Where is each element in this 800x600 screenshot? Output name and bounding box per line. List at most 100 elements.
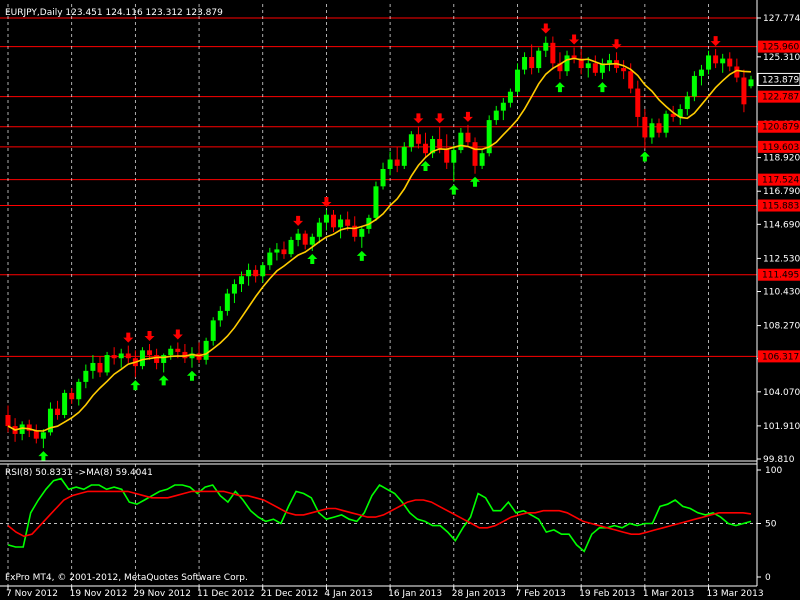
candle-body [139, 350, 145, 367]
candle-body [564, 55, 570, 72]
price-tick-label: 110.430 [763, 288, 800, 298]
candle-body [387, 159, 393, 169]
candle-body [359, 228, 365, 237]
candle-body [210, 320, 216, 341]
terminal-chart-window: 127.774125.310123.879121.050118.920116.7… [0, 0, 800, 600]
date-label: 13 Mar 2013 [707, 589, 764, 599]
candle-body [231, 284, 237, 294]
candle-body [408, 134, 414, 147]
candle-body [720, 58, 726, 64]
current-price-label: 123.879 [762, 75, 799, 85]
candle-body [621, 68, 627, 72]
candle-body [281, 249, 287, 255]
candle-body [338, 219, 344, 228]
candle-body [543, 42, 549, 51]
rsi-tick-label: 0 [765, 573, 771, 583]
candle-body [125, 353, 131, 359]
candle-body [40, 432, 46, 439]
chart-svg[interactable]: 127.774125.310123.879121.050118.920116.7… [0, 0, 800, 600]
candle-body [90, 362, 96, 371]
price-tick-label: 118.920 [763, 154, 800, 164]
candle-body [224, 293, 230, 311]
candle-body [465, 132, 471, 143]
level-tag-label: 111.495 [762, 271, 799, 281]
rsi-label: RSI(8) 50.8331 ->MA(8) 59.4041 [5, 468, 153, 478]
candle-body [727, 58, 733, 67]
level-tag-label: 117.524 [762, 176, 799, 186]
candle-body [394, 159, 400, 166]
level-tag-label: 115.883 [762, 202, 799, 212]
candle-body [274, 249, 280, 253]
candle-body [663, 113, 669, 133]
candle-body [741, 77, 747, 105]
candle-body [415, 134, 421, 144]
candle-body [302, 233, 308, 245]
price-tick-label: 101.910 [763, 422, 800, 432]
candle-body [706, 55, 712, 70]
candle-body [83, 370, 89, 382]
date-label: 19 Nov 2012 [70, 589, 128, 599]
chart-header: EURJPY,Daily 123.451 124.116 123.312 123… [5, 8, 223, 18]
date-label: 11 Dec 2012 [197, 589, 255, 599]
level-tag-label: 122.787 [762, 93, 799, 103]
candle-body [529, 57, 535, 69]
candle-body [472, 142, 478, 166]
candle-body [118, 353, 124, 359]
date-label: 28 Jan 2013 [452, 589, 506, 599]
candle-body [33, 430, 39, 439]
candle-body [606, 60, 612, 64]
candle-body [55, 408, 61, 416]
candle-body [649, 123, 655, 138]
candle-body [246, 269, 252, 277]
candle-body [203, 340, 209, 360]
candle-body [147, 350, 153, 356]
candle-body [175, 348, 181, 352]
candle-body [267, 252, 273, 266]
candle-body [507, 91, 513, 103]
candle-body [161, 355, 167, 363]
level-tag-label: 125.960 [762, 43, 799, 53]
candle-body [331, 214, 337, 228]
candle-body [401, 146, 407, 166]
level-tag-label: 120.879 [762, 123, 799, 133]
candle-body [168, 348, 174, 356]
candle-body [260, 265, 266, 277]
date-label: 29 Nov 2012 [133, 589, 191, 599]
copyright-text: FxPro MT4, © 2001-2012, MetaQuotes Softw… [5, 573, 248, 583]
candle-body [104, 355, 110, 373]
candle-body [323, 214, 329, 223]
candle-body [500, 102, 506, 111]
candle-body [635, 88, 641, 117]
candle-body [97, 362, 103, 373]
candle-body [713, 55, 719, 64]
price-tick-label: 112.530 [763, 254, 800, 264]
candle-body [691, 75, 697, 97]
candle-body [684, 96, 690, 110]
candle-body [217, 310, 223, 321]
date-label: 7 Feb 2013 [515, 589, 565, 599]
candle-body [422, 143, 428, 154]
candle-body [380, 168, 386, 187]
candle-body [62, 392, 68, 416]
candle-body [253, 269, 259, 277]
level-tag-label: 106.317 [762, 352, 799, 362]
candle-body [748, 79, 754, 87]
date-label: 16 Jan 2013 [388, 589, 442, 599]
candle-body [76, 381, 82, 400]
candle-body [628, 71, 634, 89]
candle-body [451, 150, 457, 163]
candle-body [437, 139, 443, 149]
candle-body [154, 355, 160, 363]
candle-body [316, 222, 322, 237]
candle-body [111, 355, 117, 359]
candle-body [373, 186, 379, 218]
date-label: 7 Nov 2012 [6, 589, 58, 599]
candle-body [656, 123, 662, 133]
candle-body [345, 219, 351, 226]
candle-body [288, 239, 294, 255]
price-tick-label: 104.070 [763, 388, 800, 398]
candle-body [458, 132, 464, 151]
price-tick-label: 114.690 [763, 220, 800, 230]
date-label: 4 Jan 2013 [324, 589, 372, 599]
candle-body [295, 233, 301, 240]
